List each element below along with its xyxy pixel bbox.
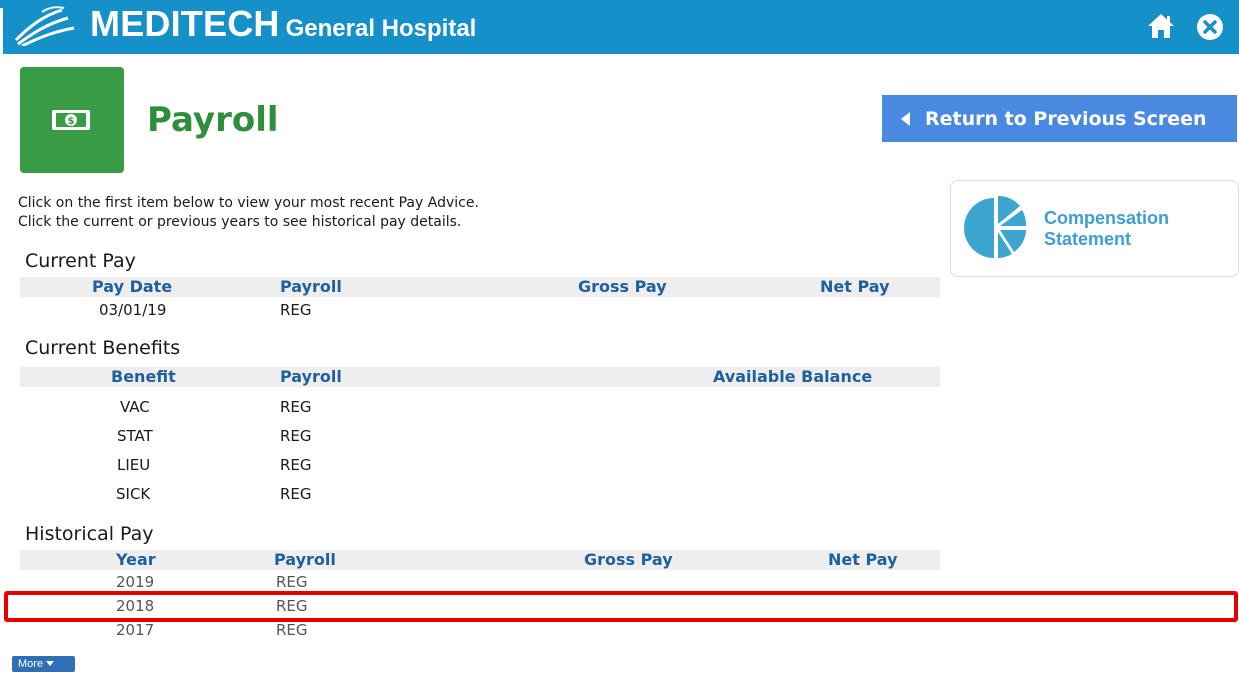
benefit-cell: VAC	[120, 398, 150, 416]
payroll-cell: REG	[276, 597, 308, 615]
payroll-cell: REG	[280, 485, 312, 503]
return-button-label: Return to Previous Screen	[925, 107, 1207, 130]
payroll-tile: $	[20, 67, 124, 173]
payroll-cell: REG	[280, 301, 312, 319]
brand-subtitle: General Hospital	[285, 15, 477, 42]
col-gross-pay: Gross Pay	[578, 277, 667, 296]
current-benefits-header: Benefit Payroll Available Balance	[20, 367, 940, 387]
brand-name: MEDITECH	[90, 3, 280, 44]
header-edge	[0, 8, 3, 54]
current-pay-title: Current Pay	[25, 250, 136, 272]
year-cell: 2017	[116, 621, 155, 639]
historical-year-row[interactable]: 2017 REG	[20, 620, 940, 640]
col-available-balance: Available Balance	[713, 367, 873, 386]
benefit-cell: SICK	[116, 485, 151, 503]
payroll-cell: REG	[280, 456, 312, 474]
historical-year-row[interactable]: 2019 REG	[20, 572, 940, 592]
pay-date-cell: 03/01/19	[99, 301, 167, 319]
payroll-cell: REG	[276, 573, 308, 591]
col-benefit: Benefit	[111, 367, 176, 386]
more-button-label: More	[18, 658, 44, 670]
col-year: Year	[116, 550, 156, 569]
intro-line-2: Click the current or previous years to s…	[18, 214, 462, 230]
return-to-previous-button[interactable]: Return to Previous Screen	[882, 95, 1237, 142]
current-pay-header: Pay Date Payroll Gross Pay Net Pay	[20, 277, 940, 297]
benefit-row[interactable]: LIEU REG	[20, 453, 940, 477]
col-gross-pay: Gross Pay	[584, 550, 673, 569]
col-pay-date: Pay Date	[92, 277, 173, 296]
compensation-label-line2: Statement	[1044, 229, 1132, 249]
col-payroll: Payroll	[280, 277, 342, 296]
historical-year-row[interactable]: 2018 REG	[20, 596, 940, 616]
payroll-cell: REG	[280, 427, 312, 445]
intro-line-1: Click on the first item below to view yo…	[18, 195, 479, 211]
benefit-row[interactable]: STAT REG	[20, 424, 940, 448]
hospital-brand: MEDITECH General Hospital	[90, 3, 476, 45]
pie-chart-icon	[964, 195, 1027, 258]
benefit-row[interactable]: SICK REG	[20, 482, 940, 506]
close-icon[interactable]	[1197, 14, 1223, 40]
col-payroll: Payroll	[274, 550, 336, 569]
intro-text: Click on the first item below to view yo…	[18, 194, 479, 232]
compensation-label-line1: Compensation	[1044, 208, 1170, 228]
svg-text:$: $	[68, 116, 75, 127]
compensation-label: Compensation Statement	[1044, 208, 1224, 250]
app-header: MEDITECH General Hospital	[0, 0, 1239, 54]
payroll-cell: REG	[280, 398, 312, 416]
money-icon: $	[52, 110, 90, 130]
col-net-pay: Net Pay	[828, 550, 898, 569]
caret-down-icon	[46, 661, 55, 666]
payroll-cell: REG	[276, 621, 308, 639]
col-payroll: Payroll	[280, 367, 342, 386]
page-title: Payroll	[147, 100, 279, 140]
compensation-statement-card[interactable]: Compensation Statement	[950, 180, 1239, 277]
wave-logo-icon	[14, 6, 75, 46]
historical-pay-header: Year Payroll Gross Pay Net Pay	[20, 550, 940, 570]
col-net-pay: Net Pay	[820, 277, 890, 296]
historical-pay-title: Historical Pay	[25, 523, 154, 545]
more-button[interactable]: More	[12, 656, 75, 672]
year-cell: 2018	[116, 597, 155, 615]
back-arrow-icon	[901, 111, 910, 126]
benefit-cell: LIEU	[117, 456, 151, 474]
current-benefits-title: Current Benefits	[25, 337, 181, 359]
benefit-row[interactable]: VAC REG	[20, 395, 940, 419]
year-cell: 2019	[116, 573, 155, 591]
home-icon[interactable]	[1146, 12, 1176, 40]
benefit-cell: STAT	[117, 427, 153, 445]
current-pay-row[interactable]: 03/01/19 REG	[20, 300, 940, 320]
